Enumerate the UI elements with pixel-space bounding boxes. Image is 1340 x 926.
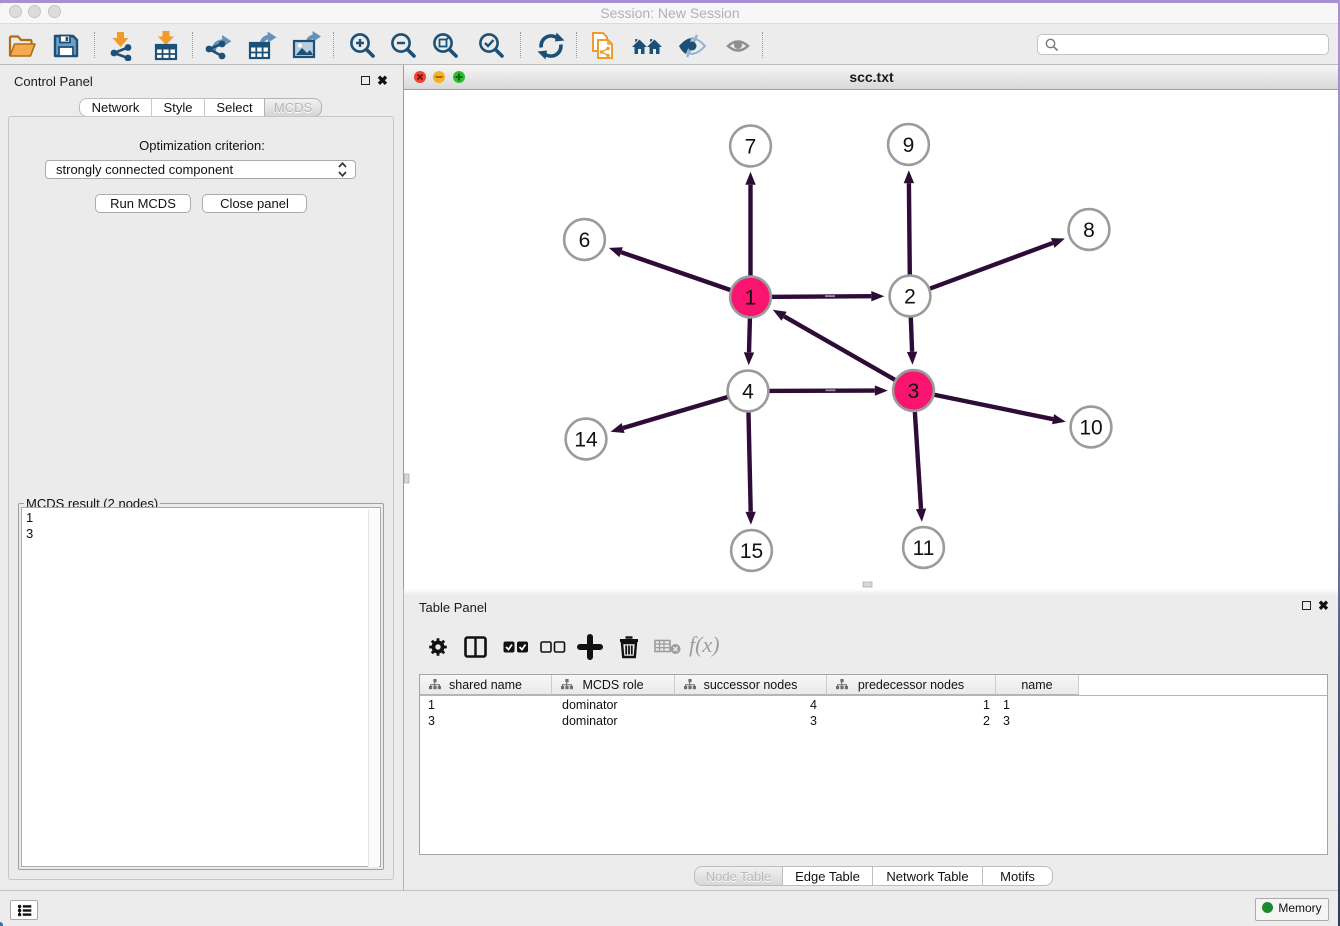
svg-text:14: 14 [574, 429, 598, 452]
svg-text:3: 3 [908, 380, 920, 403]
svg-text:11: 11 [913, 537, 935, 560]
svg-text:6: 6 [579, 229, 591, 252]
svg-text:9: 9 [903, 134, 915, 157]
svg-text:4: 4 [742, 381, 754, 404]
svg-text:15: 15 [740, 540, 763, 563]
svg-text:2: 2 [904, 286, 916, 309]
svg-text:1: 1 [745, 287, 757, 310]
svg-text:7: 7 [745, 136, 757, 159]
svg-text:8: 8 [1083, 219, 1095, 242]
svg-text:10: 10 [1079, 417, 1102, 440]
